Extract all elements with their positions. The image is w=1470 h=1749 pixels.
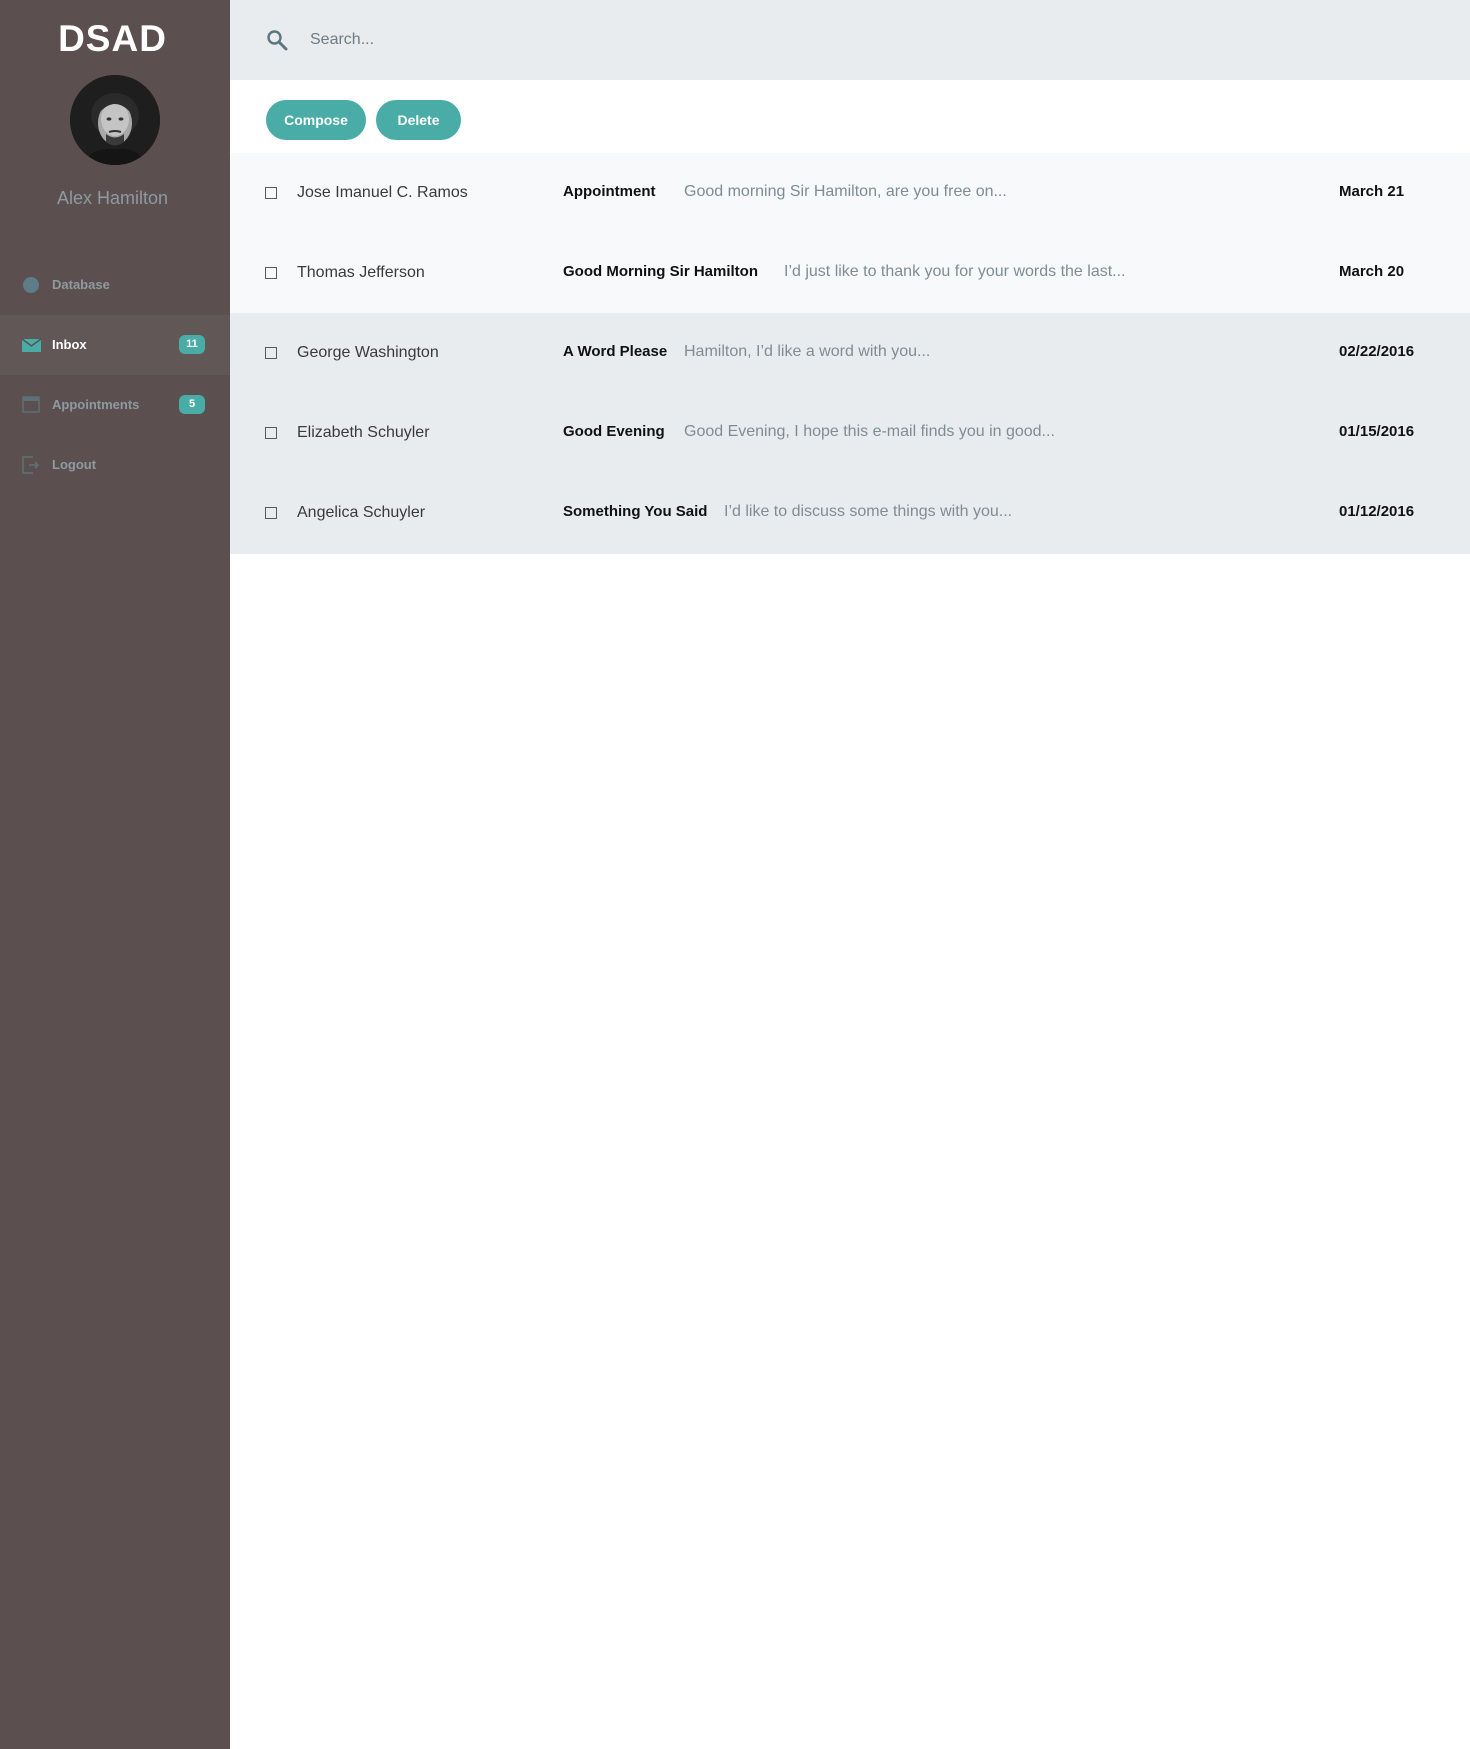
message-preview: I’d just like to thank you for your word… xyxy=(784,263,1126,280)
message-list: Jose Imanuel C. Ramos Appointment Good m… xyxy=(230,153,1470,554)
sidebar-item-label: Inbox xyxy=(52,337,87,352)
sidebar-item-database[interactable]: Database xyxy=(0,255,230,315)
sidebar-item-label: Appointments xyxy=(52,397,140,412)
sidebar-item-inbox[interactable]: Inbox 11 xyxy=(0,315,230,375)
compose-button[interactable]: Compose xyxy=(266,100,366,140)
message-checkbox[interactable] xyxy=(265,427,277,439)
calendar-icon xyxy=(22,396,41,414)
sidebar: DSAD Alex Hamilton Database Inbox 11 App… xyxy=(0,0,230,1749)
message-subject: Something You Said xyxy=(563,503,708,520)
message-date: March 20 xyxy=(1339,263,1405,280)
user-name: Alex Hamilton xyxy=(56,188,169,208)
message-checkbox[interactable] xyxy=(265,347,277,359)
message-row[interactable]: Angelica Schuyler Something You Said I’d… xyxy=(230,473,1470,554)
message-subject: Good Morning Sir Hamilton xyxy=(563,263,758,280)
message-row[interactable]: Thomas Jefferson Good Morning Sir Hamilt… xyxy=(230,233,1470,313)
message-row[interactable]: Elizabeth Schuyler Good Evening Good Eve… xyxy=(230,393,1470,473)
mail-icon xyxy=(21,336,42,354)
sidebar-nav: Database Inbox 11 Appointments 5 Logout xyxy=(0,255,230,495)
message-subject: Appointment xyxy=(563,183,656,200)
appointments-count-badge: 5 xyxy=(179,395,205,414)
message-checkbox[interactable] xyxy=(265,267,277,279)
message-row[interactable]: George Washington A Word Please Hamilton… xyxy=(230,313,1470,393)
message-checkbox[interactable] xyxy=(265,187,277,199)
logout-icon xyxy=(22,456,41,474)
sidebar-item-label: Logout xyxy=(52,457,97,472)
sidebar-item-appointments[interactable]: Appointments 5 xyxy=(0,375,230,435)
search-input[interactable] xyxy=(308,24,912,56)
message-date: March 21 xyxy=(1339,183,1405,200)
message-sender: Jose Imanuel C. Ramos xyxy=(297,184,468,201)
message-date: 01/12/2016 xyxy=(1339,503,1415,520)
message-subject: Good Evening xyxy=(563,423,665,440)
message-sender: Angelica Schuyler xyxy=(297,504,426,521)
message-sender: Elizabeth Schuyler xyxy=(297,424,430,441)
sidebar-item-label: Database xyxy=(52,277,110,292)
search-icon[interactable] xyxy=(266,29,288,51)
message-preview: Hamilton, I’d like a word with you... xyxy=(684,343,931,360)
message-preview: Good morning Sir Hamilton, are you free … xyxy=(684,183,1007,200)
message-date: 01/15/2016 xyxy=(1339,423,1415,440)
sidebar-item-logout[interactable]: Logout xyxy=(0,435,230,495)
message-preview: Good Evening, I hope this e-mail finds y… xyxy=(684,423,1055,440)
inbox-count-badge: 11 xyxy=(179,335,205,354)
message-sender: George Washington xyxy=(297,344,439,361)
message-date: 02/22/2016 xyxy=(1339,343,1415,360)
search-bar xyxy=(230,0,1470,80)
message-sender: Thomas Jefferson xyxy=(297,264,425,281)
brand-logo: DSAD xyxy=(58,18,167,59)
delete-button[interactable]: Delete xyxy=(376,100,461,140)
message-subject: A Word Please xyxy=(563,343,668,360)
database-icon xyxy=(22,276,41,294)
message-checkbox[interactable] xyxy=(265,507,277,519)
message-preview: I’d like to discuss some things with you… xyxy=(724,503,1013,520)
message-row[interactable]: Jose Imanuel C. Ramos Appointment Good m… xyxy=(230,153,1470,233)
avatar xyxy=(70,75,160,165)
